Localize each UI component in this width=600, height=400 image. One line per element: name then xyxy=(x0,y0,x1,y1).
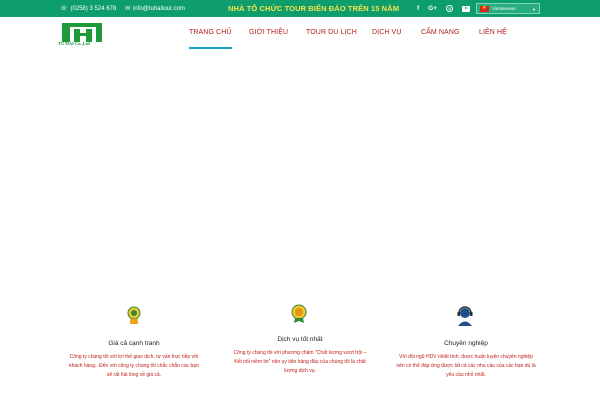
feature-description: Công ty chúng tôi với lợi thế giao dịch,… xyxy=(69,354,199,378)
main-nav: TRANG CHỦ GIỚI THIỆU TOUR DU LỊCH DỊCH V… xyxy=(0,22,600,52)
skype-icon[interactable]: S xyxy=(446,5,454,12)
nav-about[interactable]: GIỚI THIỆU xyxy=(249,22,288,52)
tagline: NHÀ TỔ CHỨC TOUR BIỂN ĐẢO TRÊN 15 NĂM xyxy=(228,4,400,13)
coins-icon xyxy=(127,306,141,324)
top-bar: ☏ (0258) 3 524 678 ✉ info@tuhaitour.com … xyxy=(0,0,600,17)
chevron-down-icon: ▼ xyxy=(532,7,536,12)
social-links: f G+ S xyxy=(417,0,471,17)
feature-description: Công ty chúng tôi với phương châm "Chất … xyxy=(233,350,367,374)
feature-title: Chuyên nghiệp xyxy=(444,340,488,347)
email-address: info@tuhaitour.com xyxy=(133,5,185,12)
nav-contact[interactable]: LIÊN HỆ xyxy=(479,22,507,52)
nav-guide[interactable]: CẨM NANG xyxy=(421,22,460,52)
nav-services[interactable]: DỊCH VỤ xyxy=(372,22,401,52)
award-medal-icon xyxy=(291,304,307,323)
feature-description: Với đội ngũ HDV nhiệt tình, được huấn lu… xyxy=(396,354,536,378)
feature-professional: Chuyên nghiệp Với đội ngũ HDV nhiệt tình… xyxy=(388,340,544,380)
phone-number: (0258) 3 524 678 xyxy=(70,5,117,12)
feature-competitive-price: Giá cả cạnh tranh Công ty chúng tôi với … xyxy=(60,340,208,380)
nav-tours[interactable]: TOUR DU LỊCH xyxy=(306,22,357,52)
mail-icon: ✉ xyxy=(125,6,131,12)
language-label: Vietnamese xyxy=(492,6,516,11)
feature-title: Dịch vụ tốt nhất xyxy=(277,336,323,343)
email-contact[interactable]: ✉ info@tuhaitour.com xyxy=(125,0,185,17)
phone-icon: ☏ xyxy=(60,6,68,12)
youtube-icon[interactable] xyxy=(462,5,471,12)
vietnam-flag-icon xyxy=(480,5,489,12)
feature-best-service: Dịch vụ tốt nhất Công ty chúng tôi với p… xyxy=(224,336,376,376)
google-plus-icon[interactable]: G+ xyxy=(428,5,437,12)
facebook-icon[interactable]: f xyxy=(417,5,419,12)
feature-title: Giá cả cạnh tranh xyxy=(108,340,160,347)
nav-home[interactable]: TRANG CHỦ xyxy=(189,22,232,49)
language-select[interactable]: Vietnamese ▼ xyxy=(476,3,540,14)
phone-contact[interactable]: ☏ (0258) 3 524 678 xyxy=(60,0,116,17)
support-agent-icon xyxy=(457,306,473,326)
